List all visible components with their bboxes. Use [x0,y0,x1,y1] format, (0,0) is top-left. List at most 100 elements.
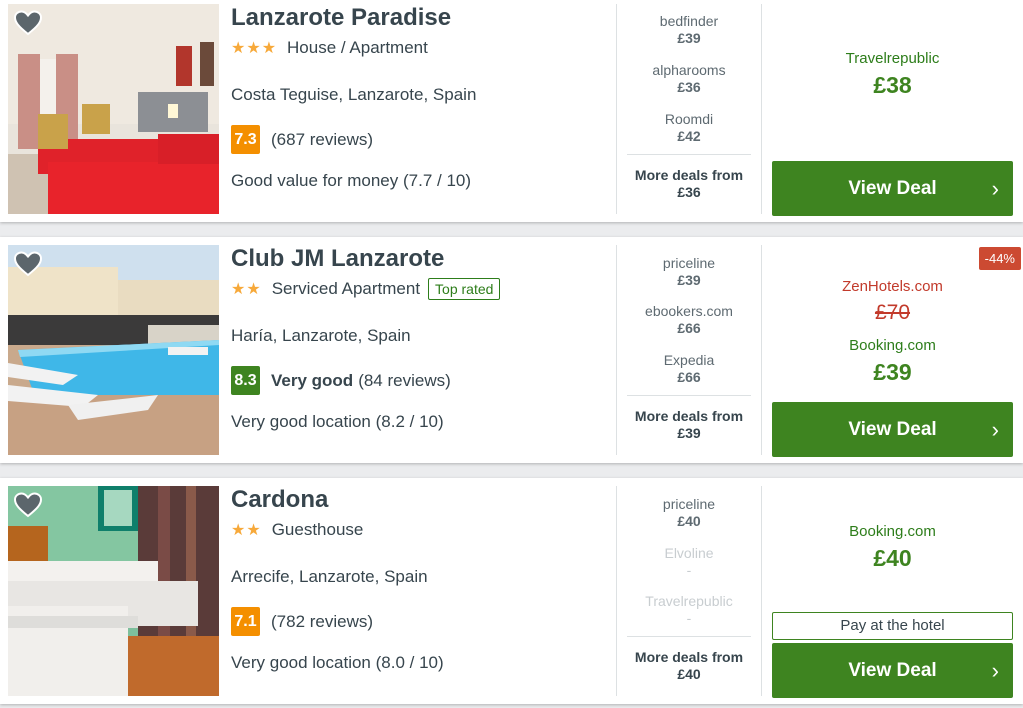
deal-item[interactable]: alpharooms £36 [617,62,761,96]
best-deal-partner: Travelrepublic [845,50,940,67]
more-deals-link[interactable]: More deals from £40 [627,636,751,683]
deal-item[interactable]: ebookers.com £66 [617,303,761,337]
best-deal-partner: Booking.com [849,523,936,540]
best-deal: Booking.com £40 Pay at the hotel View De… [762,478,1023,704]
deal-price: £36 [677,79,701,95]
hotel-card[interactable]: Club JM Lanzarote ★★ Serviced Apartment … [0,237,1023,463]
deal-item[interactable]: Roomdi £42 [617,111,761,145]
deal-price: £39 [677,30,701,46]
deal-provider: priceline [662,496,716,512]
chevron-right-icon: › [991,658,999,683]
deal-provider: alpharooms [652,62,726,78]
chevron-right-icon: › [991,417,999,442]
review-count: (687 reviews) [271,129,374,149]
hotel-name[interactable]: Club JM Lanzarote [231,245,444,273]
hotel-photo[interactable] [8,486,219,696]
view-deal-button[interactable]: View Deal › [772,643,1013,698]
deal-item[interactable]: Expedia £66 [617,352,761,386]
review-summary: Very good location (8.0 / 10) [231,653,444,672]
accommodation-type: House / Apartment [287,38,428,57]
deal-item: Elvoline - [617,545,761,579]
hotel-location[interactable]: Arrecife, Lanzarote, Spain [231,567,428,587]
other-deals: priceline £40 Elvoline - Travelrepublic … [616,486,762,696]
rating-row[interactable]: 7.3 (687 reviews) [231,125,373,154]
view-deal-button[interactable]: View Deal › [772,402,1013,457]
other-deals: priceline £39 ebookers.com £66 Expedia £… [616,245,762,455]
rating-score-badge: 7.3 [231,125,260,154]
more-deals-label: More deals from [634,408,744,424]
best-deal-price: £40 [873,545,912,571]
original-price: £70 [874,301,911,324]
original-price-partner: ZenHotels.com [842,278,943,295]
review-summary: Good value for money (7.7 / 10) [231,171,472,190]
hotel-location[interactable]: Haría, Lanzarote, Spain [231,326,411,346]
view-deal-label: View Deal [848,177,937,199]
accommodation-type: Serviced Apartment [271,279,421,298]
favorite-heart-icon[interactable] [13,491,43,519]
top-rated-badge: Top rated [428,278,501,300]
favorite-heart-icon[interactable] [13,250,43,278]
deal-price: - [686,610,692,626]
hotel-category: ★★★ House / Apartment [231,37,428,59]
star-rating-icon: ★★ [231,281,262,298]
deal-provider: Expedia [663,352,715,368]
deal-price: £66 [677,320,701,336]
more-deals-link[interactable]: More deals from £36 [627,154,751,201]
review-count: (782 reviews) [271,611,374,631]
deal-provider: priceline [662,255,716,271]
deal-provider: bedfinder [659,13,719,29]
more-deals-label: More deals from [634,649,744,665]
best-deal-partner: Booking.com [849,337,936,354]
hotel-name[interactable]: Lanzarote Paradise [231,4,451,32]
hotel-info: Cardona ★★ Guesthouse Arrecife, Lanzarot… [231,478,611,704]
deal-price: £66 [677,369,701,385]
more-deals-label: More deals from [634,167,744,183]
star-rating-icon: ★★★ [231,40,278,57]
deal-price: - [686,562,692,578]
favorite-heart-icon[interactable] [13,9,43,37]
chevron-right-icon: › [991,176,999,201]
more-deals-price: £39 [677,425,701,441]
review-summary: Very good location (8.2 / 10) [231,412,444,431]
deal-item: Travelrepublic - [617,593,761,627]
pay-at-hotel-badge: Pay at the hotel [772,612,1013,640]
star-rating-icon: ★★ [231,522,262,539]
hotel-location[interactable]: Costa Teguise, Lanzarote, Spain [231,85,476,105]
deal-price: £40 [677,513,701,529]
other-deals: bedfinder £39 alpharooms £36 Roomdi £42 … [616,4,762,214]
hotel-category: ★★ Guesthouse [231,519,363,541]
deal-item[interactable]: priceline £39 [617,255,761,289]
more-deals-price: £40 [677,666,701,682]
view-deal-button[interactable]: View Deal › [772,161,1013,216]
rating-row[interactable]: 7.1 (782 reviews) [231,607,373,636]
hotel-photo[interactable] [8,4,219,214]
hotel-name[interactable]: Cardona [231,486,328,514]
more-deals-link[interactable]: More deals from £39 [627,395,751,442]
deal-price: £39 [677,272,701,288]
deal-provider: Roomdi [664,111,714,127]
best-deal: Travelrepublic £38 View Deal › [762,0,1023,222]
deal-provider: Travelrepublic [645,593,733,609]
rating-score-badge: 8.3 [231,366,260,395]
deal-provider: ebookers.com [645,303,733,319]
hotel-category: ★★ Serviced Apartment Top rated [231,278,501,300]
rating-score-badge: 7.1 [231,607,260,636]
hotel-info: Lanzarote Paradise ★★★ House / Apartment… [231,0,611,222]
hotel-info: Club JM Lanzarote ★★ Serviced Apartment … [231,237,611,463]
best-deal-price: £39 [873,359,912,385]
discount-badge: -44% [978,247,1021,270]
hotel-card[interactable]: Cardona ★★ Guesthouse Arrecife, Lanzarot… [0,478,1023,704]
view-deal-label: View Deal [848,659,937,681]
rating-row[interactable]: 8.3 Very good (84 reviews) [231,366,451,395]
deal-item[interactable]: priceline £40 [617,496,761,530]
deal-item[interactable]: bedfinder £39 [617,13,761,47]
rating-label: Very good [271,370,354,390]
hotel-photo[interactable] [8,245,219,455]
best-deal: -44% ZenHotels.com £70 Booking.com £39 V… [762,237,1023,463]
more-deals-price: £36 [677,184,701,200]
deal-price: £42 [677,128,701,144]
hotel-card[interactable]: Lanzarote Paradise ★★★ House / Apartment… [0,0,1023,222]
accommodation-type: Guesthouse [271,520,364,539]
view-deal-label: View Deal [848,418,937,440]
best-deal-price: £38 [873,72,912,98]
